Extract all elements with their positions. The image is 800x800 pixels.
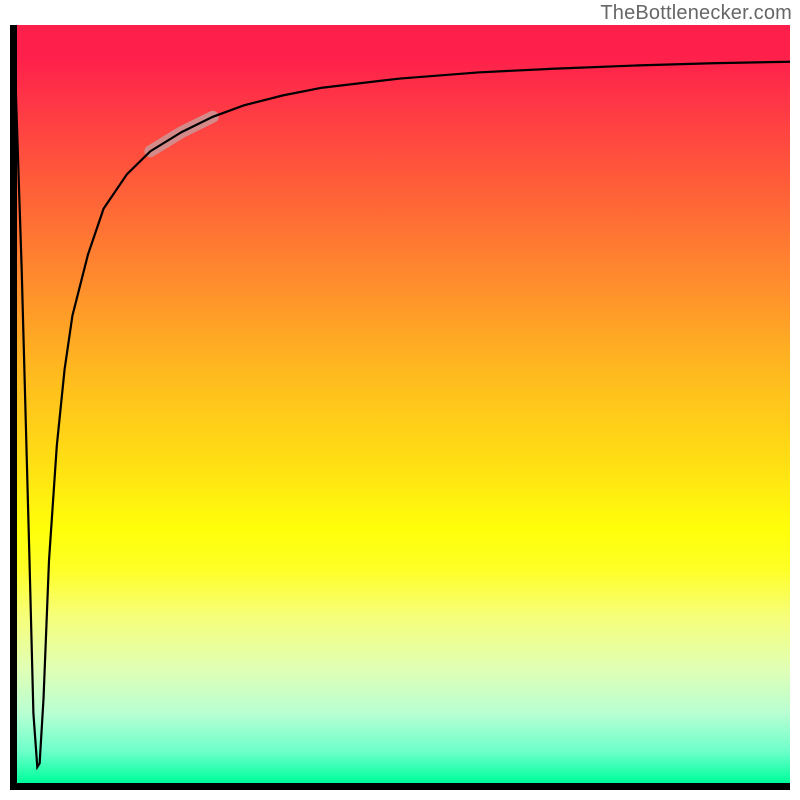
curve-svg [10,25,790,790]
watermark-text: TheBottlenecker.com [600,2,792,25]
plot-area [10,25,790,790]
chart-container: TheBottlenecker.com [0,0,800,800]
bottleneck-curve [14,33,790,767]
